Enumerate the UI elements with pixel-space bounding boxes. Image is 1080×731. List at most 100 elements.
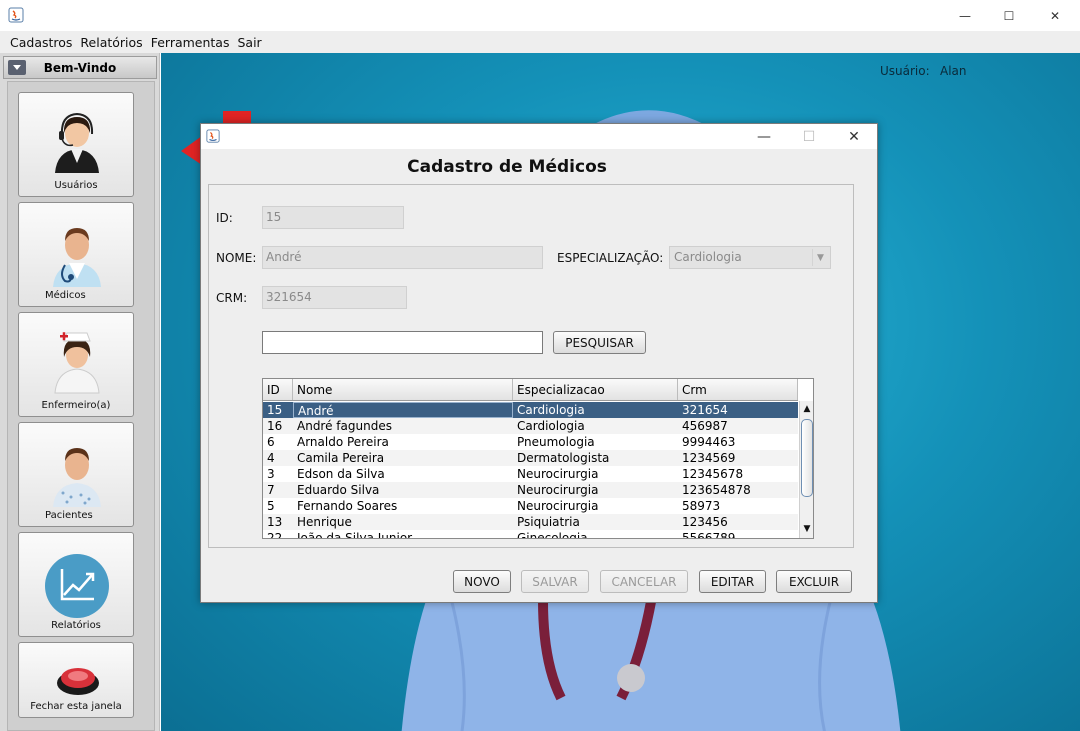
sidebar-item-label: Médicos [45, 290, 86, 301]
minimize-icon: — [959, 8, 971, 23]
dialog-heading: Cadastro de Médicos [407, 157, 607, 177]
minimize-button[interactable]: — [942, 0, 988, 31]
dialog-titlebar: — ☐ ✕ [201, 124, 877, 149]
sidebar-item-pacientes[interactable]: Pacientes [18, 422, 134, 527]
sidebar-header-label: Bem-Vindo [43, 60, 117, 75]
table-row[interactable]: 13 Henrique Psiquiatria 123456 [263, 514, 798, 530]
menu-cadastros[interactable]: Cadastros [6, 35, 76, 50]
menu-relatorios[interactable]: Relatórios [76, 35, 146, 50]
sidebar-header[interactable]: Bem-Vindo [3, 56, 157, 79]
form-panel: ID: 15 NOME: André ESPECIALIZAÇÃO: Cardi… [208, 184, 854, 548]
dialog-maximize-button[interactable]: ☐ [786, 124, 832, 149]
table-cell: 16 [267, 419, 283, 433]
table-row[interactable]: 22 João da Silva Junior Ginecologia 5566789 [263, 530, 798, 539]
table-cell: Camila Pereira [297, 451, 385, 465]
column-header-especializacao[interactable]: Especializacao [513, 379, 678, 400]
table-cell: 13 [267, 515, 283, 529]
collapse-toggle[interactable] [8, 60, 26, 75]
table-cell: 321654 [682, 403, 728, 417]
power-button-icon [57, 668, 99, 695]
table-cell: 9994463 [682, 435, 736, 449]
column-header-crm[interactable]: Crm [678, 379, 798, 400]
close-button[interactable]: ✕ [1032, 0, 1078, 31]
menu-bar: Cadastros Relatórios Ferramentas Sair [0, 31, 1080, 53]
table-cell: 22 [267, 531, 283, 539]
table-scrollbar[interactable]: ▲ ▼ [799, 401, 813, 538]
table-cell: André fagundes [297, 419, 392, 433]
table-cell: Arnaldo Pereira [297, 435, 389, 449]
sidebar-item-usuarios[interactable]: Usuários [18, 92, 134, 197]
table-header: ID Nome Especializacao Crm [263, 379, 798, 401]
table-row[interactable]: 3 Edson da Silva Neurocirurgia 12345678 [263, 466, 798, 482]
table-row[interactable]: 15 André Cardiologia 321654 [263, 402, 798, 418]
table-cell: 4 [267, 451, 275, 465]
sidebar-item-label: Usuários [54, 180, 98, 191]
table-cell: Ginecologia [517, 531, 588, 539]
nome-field[interactable]: André [262, 246, 543, 269]
dialog-minimize-button[interactable]: — [741, 124, 787, 149]
close-icon: ✕ [1049, 8, 1061, 23]
editar-button[interactable]: EDITAR [699, 570, 766, 593]
minimize-icon: — [757, 128, 771, 145]
sidebar-item-fechar[interactable]: Fechar esta janela [18, 642, 134, 718]
column-header-id[interactable]: ID [263, 379, 293, 400]
scroll-down-icon[interactable]: ▼ [800, 522, 813, 536]
maximize-button[interactable]: ☐ [986, 0, 1032, 31]
sidebar: Bem-Vindo Usuários Médicos Enfermeiro(a)… [0, 53, 160, 731]
table-cell: Neurocirurgia [517, 483, 599, 497]
nurse-icon [54, 332, 100, 394]
table-cell: Dermatologista [517, 451, 610, 465]
sidebar-item-label: Relatórios [51, 620, 101, 631]
column-header-nome[interactable]: Nome [293, 379, 513, 400]
menu-ferramentas[interactable]: Ferramentas [147, 35, 234, 50]
table-row[interactable]: 5 Fernando Soares Neurocirurgia 58973 [263, 498, 798, 514]
table-row[interactable]: 6 Arnaldo Pereira Pneumologia 9994463 [263, 434, 798, 450]
id-label: ID: [216, 211, 233, 225]
table-cell: 7 [267, 483, 275, 497]
table-cell: Psiquiatria [517, 515, 580, 529]
table-cell: Neurocirurgia [517, 467, 599, 481]
sidebar-item-enfermeiro[interactable]: Enfermeiro(a) [18, 312, 134, 417]
table-cell: João da Silva Junior [297, 531, 413, 539]
table-row[interactable]: 4 Camila Pereira Dermatologista 1234569 [263, 450, 798, 466]
table-cell: Pneumologia [517, 435, 595, 449]
dialog-close-button[interactable]: ✕ [831, 124, 877, 149]
id-field[interactable]: 15 [262, 206, 404, 229]
sidebar-item-relatorios[interactable]: Relatórios [18, 532, 134, 637]
sidebar-item-medicos[interactable]: Médicos [18, 202, 134, 307]
especializacao-label: ESPECIALIZAÇÃO: [557, 251, 664, 265]
especializacao-value: Cardiologia [674, 250, 742, 264]
doctor-icon [53, 228, 101, 287]
menu-sair[interactable]: Sair [233, 35, 265, 50]
crm-field[interactable]: 321654 [262, 286, 407, 309]
user-headset-icon [55, 112, 99, 173]
search-input[interactable] [262, 331, 543, 354]
novo-button[interactable]: NOVO [453, 570, 511, 593]
sidebar-panel: Usuários Médicos Enfermeiro(a) Pacientes… [7, 81, 155, 731]
sidebar-item-label: Enfermeiro(a) [41, 400, 111, 411]
table-cell: 5566789 [682, 531, 736, 539]
table-cell: Neurocirurgia [517, 499, 599, 513]
close-icon: ✕ [848, 128, 860, 145]
table-cell: Cardiologia [517, 419, 585, 433]
pesquisar-button[interactable]: PESQUISAR [553, 331, 646, 354]
cancelar-button[interactable]: CANCELAR [600, 570, 688, 593]
table-cell: 456987 [682, 419, 728, 433]
user-name: Alan [940, 64, 967, 78]
nome-label: NOME: [216, 251, 257, 265]
table-cell: 5 [267, 499, 275, 513]
table-row[interactable]: 7 Eduardo Silva Neurocirurgia 123654878 [263, 482, 798, 498]
table-cell: 6 [267, 435, 275, 449]
sidebar-item-label: Pacientes [45, 510, 93, 521]
maximize-icon: ☐ [802, 128, 816, 145]
especializacao-select[interactable]: Cardiologia ▼ [669, 246, 831, 269]
table-row[interactable]: 16 André fagundes Cardiologia 456987 [263, 418, 798, 434]
table-cell: 123456 [682, 515, 728, 529]
dropdown-arrow-icon: ▼ [812, 249, 828, 266]
salvar-button[interactable]: SALVAR [521, 570, 589, 593]
medicos-table: ID Nome Especializacao Crm 15 André Cardio… [262, 378, 814, 539]
excluir-button[interactable]: EXCLUIR [776, 570, 852, 593]
scroll-up-icon[interactable]: ▲ [800, 402, 813, 416]
maximize-icon: ☐ [1003, 8, 1015, 23]
scrollbar-thumb[interactable] [801, 419, 813, 497]
